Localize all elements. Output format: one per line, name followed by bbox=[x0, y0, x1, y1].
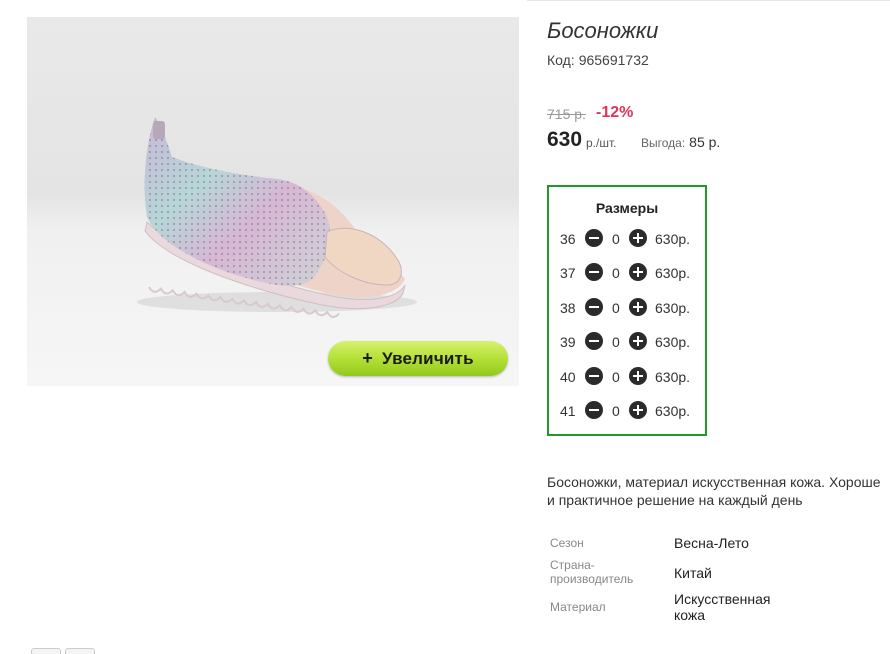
plus-circle-icon[interactable] bbox=[629, 401, 647, 419]
product-description: Босоножки, материал искусственная кожа. … bbox=[547, 473, 890, 509]
zoom-button[interactable]: + Увеличить bbox=[328, 341, 508, 376]
plus-circle-icon[interactable] bbox=[629, 229, 647, 247]
spec-value-country: Китай bbox=[674, 565, 712, 581]
minus-icon[interactable] bbox=[585, 298, 603, 316]
plus-circle-icon[interactable] bbox=[629, 367, 647, 385]
savings-label: Выгода: bbox=[641, 136, 686, 150]
plus-circle-icon[interactable] bbox=[629, 332, 647, 350]
size-quantity: 0 bbox=[612, 369, 620, 385]
size-number: 41 bbox=[560, 403, 576, 419]
size-row: 40 0 630р. bbox=[549, 366, 705, 388]
share-button[interactable] bbox=[65, 648, 95, 654]
spec-value-season: Весна-Лето bbox=[674, 535, 749, 551]
size-number: 38 bbox=[560, 300, 576, 316]
size-price: 630р. bbox=[655, 231, 691, 247]
current-price: 630 bbox=[547, 128, 583, 151]
product-image[interactable]: + Увеличить bbox=[27, 17, 519, 386]
minus-icon[interactable] bbox=[585, 401, 603, 419]
minus-icon[interactable] bbox=[585, 367, 603, 385]
size-row: 36 0 630р. bbox=[549, 228, 705, 250]
price-unit: р./шт. bbox=[586, 136, 617, 150]
size-quantity: 0 bbox=[612, 265, 620, 281]
size-quantity: 0 bbox=[612, 300, 620, 316]
size-number: 37 bbox=[560, 265, 576, 281]
minus-icon[interactable] bbox=[585, 229, 603, 247]
minus-icon[interactable] bbox=[585, 263, 603, 281]
size-row: 39 0 630р. bbox=[549, 331, 705, 353]
description-line: и практичное решение на каждый день bbox=[547, 492, 803, 508]
size-price: 630р. bbox=[655, 403, 691, 419]
size-number: 39 bbox=[560, 334, 576, 350]
size-quantity: 0 bbox=[612, 231, 620, 247]
size-quantity: 0 bbox=[612, 334, 620, 350]
top-divider bbox=[527, 0, 890, 1]
size-row: 41 0 630р. bbox=[549, 400, 705, 422]
product-code-label: Код: bbox=[547, 52, 575, 68]
plus-circle-icon[interactable] bbox=[629, 263, 647, 281]
spec-label-line: производитель bbox=[550, 572, 634, 586]
spec-label-line: Страна- bbox=[550, 558, 595, 572]
spec-label-country: Страна- производитель bbox=[550, 558, 633, 586]
product-title: Босоножки bbox=[547, 18, 659, 43]
sizes-title: Размеры bbox=[595, 200, 659, 216]
size-price: 630р. bbox=[655, 265, 691, 281]
description-line: Босоножки, материал искусственная кожа. … bbox=[547, 474, 881, 490]
plus-icon: + bbox=[362, 348, 373, 368]
savings: Выгода: 85 р. bbox=[641, 134, 720, 150]
size-number: 36 bbox=[560, 231, 576, 247]
sizes-panel: Размеры 36 0 630р. 37 0 630р. 38 0 630р.… bbox=[547, 185, 707, 436]
savings-value: 85 р. bbox=[689, 134, 721, 150]
spec-label-material: Материал bbox=[550, 600, 606, 614]
size-price: 630р. bbox=[655, 369, 691, 385]
minus-icon[interactable] bbox=[585, 332, 603, 350]
plus-circle-icon[interactable] bbox=[629, 298, 647, 316]
size-price: 630р. bbox=[655, 334, 691, 350]
zoom-button-label: Увеличить bbox=[381, 348, 474, 368]
spec-value-material: Искусственная кожа bbox=[674, 591, 771, 623]
old-price: 715 р. bbox=[547, 106, 586, 122]
product-code: Код: 965691732 bbox=[547, 52, 649, 68]
sandal-illustration bbox=[137, 117, 417, 318]
size-quantity: 0 bbox=[612, 403, 620, 419]
spec-value-line: кожа bbox=[674, 607, 706, 623]
discount-badge: -12% bbox=[596, 104, 634, 121]
share-button[interactable] bbox=[31, 648, 61, 654]
spec-value-line: Искусственная bbox=[674, 591, 771, 607]
size-row: 38 0 630р. bbox=[549, 297, 705, 319]
size-price: 630р. bbox=[655, 300, 691, 316]
size-number: 40 bbox=[560, 369, 576, 385]
size-row: 37 0 630р. bbox=[549, 262, 705, 284]
spec-label-season: Сезон bbox=[550, 536, 584, 550]
product-code-value: 965691732 bbox=[578, 52, 649, 68]
